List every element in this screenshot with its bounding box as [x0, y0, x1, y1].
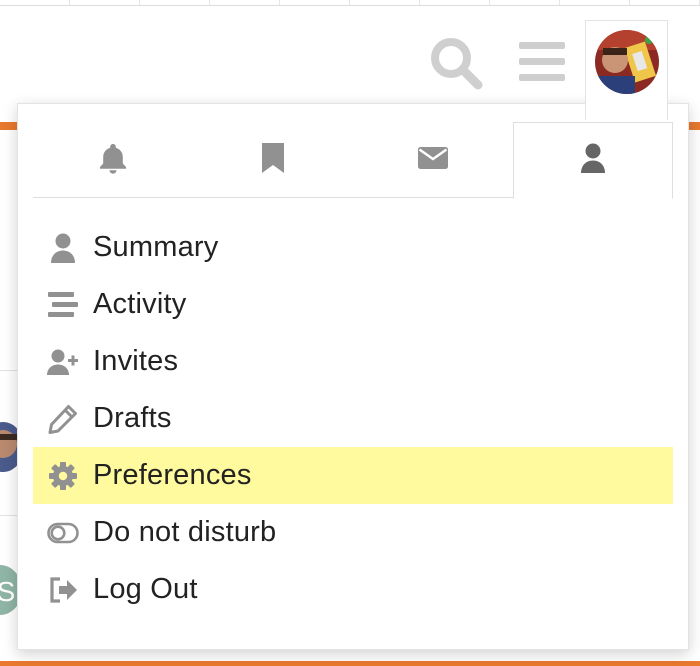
tab-notifications[interactable]	[33, 122, 193, 198]
hamburger-menu-button[interactable]	[515, 38, 569, 86]
current-user-button[interactable]	[585, 20, 668, 120]
user-icon	[579, 142, 607, 179]
search-button[interactable]	[428, 35, 484, 91]
menu-item-drafts[interactable]: Drafts	[33, 390, 673, 447]
user-avatar	[595, 30, 659, 94]
envelope-icon	[417, 146, 449, 175]
tab-messages[interactable]	[353, 122, 513, 198]
user-icon	[47, 232, 79, 264]
bottom-accent-bar	[0, 661, 700, 666]
user-menu-list: Summary Activity Invites Drafts Preferen…	[33, 219, 673, 618]
menu-item-label: Drafts	[93, 402, 172, 434]
sign-out-icon	[47, 574, 79, 606]
menu-item-label: Summary	[93, 231, 219, 263]
menu-item-preferences[interactable]: Preferences	[33, 447, 673, 504]
stream-icon	[47, 289, 79, 321]
pencil-icon	[47, 403, 79, 435]
tab-bookmarks[interactable]	[193, 122, 353, 198]
menu-item-do-not-disturb[interactable]: Do not disturb	[33, 504, 673, 561]
bookmark-icon	[261, 142, 285, 179]
gear-icon	[47, 460, 79, 492]
menu-item-label: Preferences	[93, 459, 252, 491]
user-menu-panel: Summary Activity Invites Drafts Preferen…	[17, 103, 689, 650]
menu-item-label: Do not disturb	[93, 516, 277, 548]
menu-item-invites[interactable]: Invites	[33, 333, 673, 390]
menu-item-label: Invites	[93, 345, 179, 377]
menu-item-label: Activity	[93, 288, 187, 320]
tab-profile[interactable]	[513, 122, 673, 199]
search-icon	[428, 38, 484, 95]
menu-item-summary[interactable]: Summary	[33, 219, 673, 276]
bell-icon	[99, 142, 127, 179]
menu-item-log-out[interactable]: Log Out	[33, 561, 673, 618]
toggle-off-icon	[47, 517, 79, 549]
menu-item-activity[interactable]: Activity	[33, 276, 673, 333]
menu-item-label: Log Out	[93, 573, 198, 605]
hamburger-menu-icon	[515, 42, 569, 90]
user-menu-tabs	[33, 122, 673, 199]
svg-text:S: S	[0, 576, 15, 607]
user-plus-icon	[47, 346, 79, 378]
